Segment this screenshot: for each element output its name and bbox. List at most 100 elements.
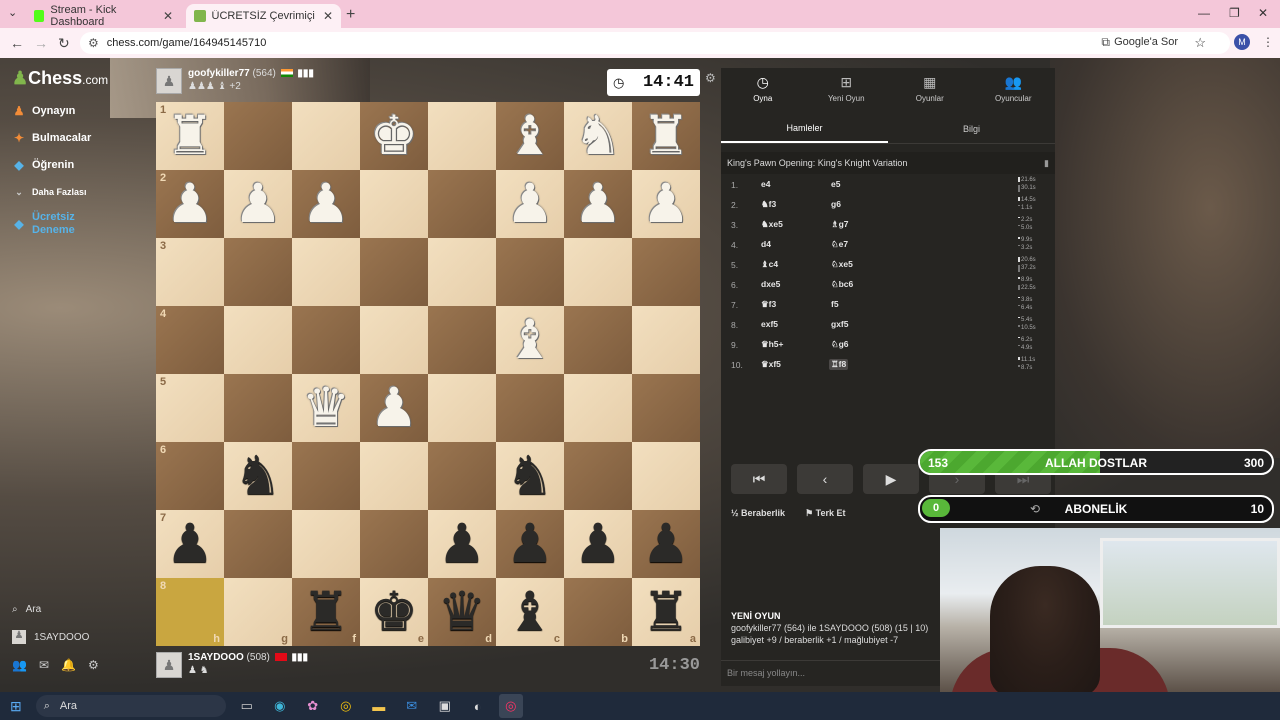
square-h1[interactable]: 1 ♜ <box>156 102 224 170</box>
square-b2[interactable]: ♟ <box>564 170 632 238</box>
black-piece-c7[interactable]: ♟ <box>496 510 564 578</box>
square-b4[interactable] <box>564 306 632 374</box>
square-h4[interactable]: 4 <box>156 306 224 374</box>
copilot-icon[interactable]: ✿ <box>301 694 325 718</box>
black-move[interactable]: ♘xe5 <box>829 259 855 270</box>
square-e6[interactable] <box>360 442 428 510</box>
square-g3[interactable] <box>224 238 292 306</box>
square-e8[interactable]: e ♚ <box>360 578 428 646</box>
square-e5[interactable]: ♟ <box>360 374 428 442</box>
obs-icon[interactable]: ◐ <box>466 694 490 718</box>
square-f7[interactable] <box>292 510 360 578</box>
sidebar-item-more[interactable]: ⌄ Daha Fazlası <box>12 185 86 199</box>
book-icon[interactable]: ▮ <box>1044 158 1049 169</box>
square-f5[interactable]: ♛ <box>292 374 360 442</box>
sidebar-search[interactable]: ⌕ Ara <box>12 604 41 615</box>
tab-players[interactable]: 👥 Oyuncular <box>972 68 1056 108</box>
tab-list-dropdown[interactable]: ⌄ <box>8 6 17 19</box>
black-move[interactable]: ♘bc6 <box>829 279 855 290</box>
square-b3[interactable] <box>564 238 632 306</box>
white-piece-a1[interactable]: ♜ <box>632 102 700 170</box>
square-g7[interactable] <box>224 510 292 578</box>
square-b6[interactable] <box>564 442 632 510</box>
white-move[interactable]: dxe5 <box>761 279 780 289</box>
tab-play[interactable]: ◷ Oyna <box>721 68 805 108</box>
profile-avatar[interactable]: M <box>1234 34 1250 50</box>
square-h7[interactable]: 7 ♟ <box>156 510 224 578</box>
friends-icon[interactable]: 👥 <box>12 658 27 672</box>
player-name[interactable]: goofykiller77 (564) ▮▮▮ <box>188 68 314 79</box>
minimize-icon[interactable]: — <box>1198 6 1210 20</box>
square-b5[interactable] <box>564 374 632 442</box>
bookmark-star-icon[interactable]: ☆ <box>1194 35 1206 51</box>
square-d8[interactable]: d ♛ <box>428 578 496 646</box>
white-move[interactable]: d4 <box>761 239 771 249</box>
square-h2[interactable]: 2 ♟ <box>156 170 224 238</box>
square-a1[interactable]: ♜ <box>632 102 700 170</box>
white-piece-g2[interactable]: ♟ <box>224 170 292 238</box>
reload-icon[interactable]: ↻ <box>58 35 70 52</box>
black-piece-b7[interactable]: ♟ <box>564 510 632 578</box>
square-e7[interactable] <box>360 510 428 578</box>
square-f8[interactable]: f ♜ <box>292 578 360 646</box>
square-c8[interactable]: c ♝ <box>496 578 564 646</box>
tab-kick-dashboard[interactable]: Stream - Kick Dashboard ✕ <box>26 4 181 28</box>
black-piece-c6[interactable]: ♞ <box>496 442 564 510</box>
taskbar-search[interactable]: ⌕ Ara <box>35 695 226 717</box>
white-piece-e1[interactable]: ♚ <box>360 102 428 170</box>
white-move[interactable]: e4 <box>761 179 770 189</box>
square-e3[interactable] <box>360 238 428 306</box>
restore-icon[interactable]: ❐ <box>1229 6 1240 20</box>
square-b1[interactable]: ♞ <box>564 102 632 170</box>
file-explorer-icon[interactable]: ▬ <box>367 694 391 718</box>
sidebar-item-puzzles[interactable]: ✦ Bulmacalar <box>12 131 91 145</box>
draw-button[interactable]: ½ Beraberlik <box>731 508 785 519</box>
browser-menu-icon[interactable]: ⋮ <box>1262 35 1274 49</box>
chess-board[interactable]: 1 ♜ ♚ ♝ ♞ ♜ 2 ♟ ♟ ♟ ♟ ♟ ♟ 3 4 ♝ 5 ♛ ♟ 6 ♞ ♞ 7 ♟ ♟ ♟ ♟ ♟ 8 h g f ♜ e ♚ d ♛ c ♝ b… <box>156 102 700 646</box>
square-d3[interactable] <box>428 238 496 306</box>
square-c1[interactable]: ♝ <box>496 102 564 170</box>
install-icon[interactable]: ⧉ <box>1101 35 1110 50</box>
avatar[interactable]: ♟ <box>156 68 182 94</box>
black-move[interactable]: ♗g7 <box>829 219 851 230</box>
square-f4[interactable] <box>292 306 360 374</box>
square-e1[interactable]: ♚ <box>360 102 428 170</box>
square-h3[interactable]: 3 <box>156 238 224 306</box>
windows-start-icon[interactable]: ⊞ <box>10 698 22 715</box>
white-move[interactable]: exf5 <box>761 319 778 329</box>
square-c4[interactable]: ♝ <box>496 306 564 374</box>
black-move[interactable]: ♘g6 <box>829 339 851 350</box>
edge-icon[interactable]: ◉ <box>268 694 292 718</box>
white-move[interactable]: ♛f3 <box>761 299 776 310</box>
url-input[interactable]: ⚙ chess.com/game/164945145710 ⧉ Google'a… <box>80 32 1230 54</box>
white-piece-b2[interactable]: ♟ <box>564 170 632 238</box>
white-piece-c4[interactable]: ♝ <box>496 306 564 374</box>
square-d1[interactable] <box>428 102 496 170</box>
square-g8[interactable]: g <box>224 578 292 646</box>
square-f3[interactable] <box>292 238 360 306</box>
square-g1[interactable] <box>224 102 292 170</box>
task-view-icon[interactable]: ▭ <box>235 694 259 718</box>
player-name[interactable]: 1SAYDOOO (508) ▮▮▮ <box>188 652 308 663</box>
square-a5[interactable] <box>632 374 700 442</box>
black-piece-g6[interactable]: ♞ <box>224 442 292 510</box>
square-d4[interactable] <box>428 306 496 374</box>
black-piece-d7[interactable]: ♟ <box>428 510 496 578</box>
next-move-button[interactable]: ▶ <box>863 464 919 494</box>
square-b8[interactable]: b <box>564 578 632 646</box>
first-move-button[interactable]: ⏮ <box>731 464 787 494</box>
square-h5[interactable]: 5 <box>156 374 224 442</box>
back-icon[interactable]: ← <box>10 35 24 51</box>
square-g6[interactable]: ♞ <box>224 442 292 510</box>
white-piece-e5[interactable]: ♟ <box>360 374 428 442</box>
close-tab-icon[interactable]: ✕ <box>163 9 173 23</box>
black-move[interactable]: ♖f8 <box>829 359 849 370</box>
sidebar-item-learn[interactable]: ◆ Öğrenin <box>12 158 74 172</box>
square-d2[interactable] <box>428 170 496 238</box>
sidebar-item-play[interactable]: ♟ Oynayın <box>12 104 76 118</box>
bell-icon[interactable]: 🔔 <box>61 658 76 672</box>
prev-move-button[interactable]: ‹ <box>797 464 853 494</box>
square-d7[interactable]: ♟ <box>428 510 496 578</box>
tab-games[interactable]: ▦ Oyunlar <box>888 68 972 108</box>
black-move[interactable]: f5 <box>829 299 841 309</box>
